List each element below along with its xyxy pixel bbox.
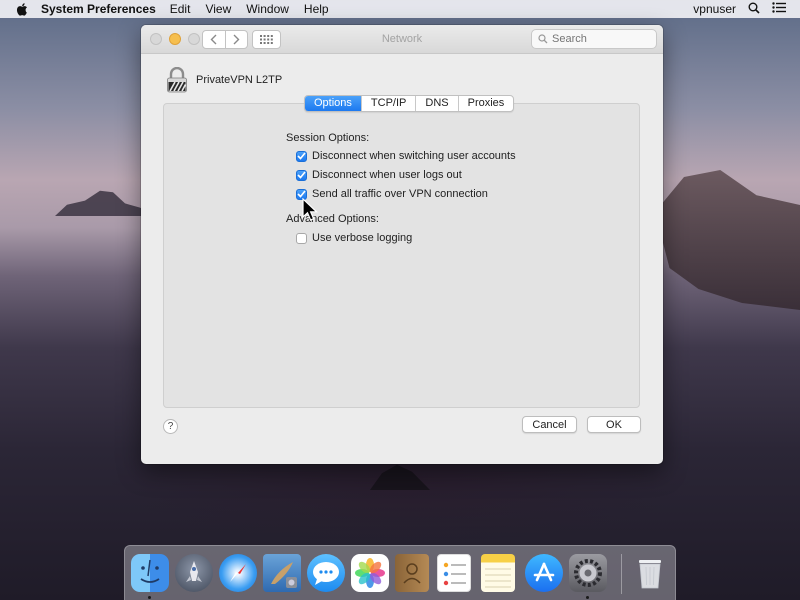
checkmark-icon [297,171,306,179]
safari-icon[interactable] [219,554,257,592]
cliff-silhouette [655,170,800,310]
menu-bar: System Preferences Edit View Window Help… [0,0,800,18]
contacts-icon[interactable] [395,554,429,592]
advanced-options-label: Advanced Options: [286,213,379,225]
search-input[interactable] [552,33,647,45]
vpn-service-header: PrivateVPN L2TP [166,67,282,93]
dock [124,545,676,600]
notes-icon[interactable] [481,554,515,592]
rock-silhouette [370,464,430,490]
tab-proxies[interactable]: Proxies [457,96,514,111]
send-all-traffic-option[interactable]: Send all traffic over VPN connection [296,188,488,200]
disconnect-logout-checkbox[interactable] [296,169,307,181]
verbose-logging-label: Use verbose logging [312,232,413,244]
disconnect-switching-label: Disconnect when switching user accounts [312,150,516,162]
mail-icon[interactable] [263,554,301,592]
disconnect-logout-option[interactable]: Disconnect when user logs out [296,169,462,181]
checkmark-icon [297,190,306,198]
tab-options[interactable]: Options [305,96,361,111]
island-silhouette [55,190,155,216]
dock-separator [621,554,622,594]
tab-dns[interactable]: DNS [415,96,457,111]
send-all-traffic-label: Send all traffic over VPN connection [312,188,488,200]
session-options-label: Session Options: [286,132,370,144]
disconnect-logout-label: Disconnect when user logs out [312,169,462,181]
launchpad-icon[interactable] [175,554,213,592]
menu-username[interactable]: vpnuser [693,2,736,16]
notification-center-icon[interactable] [772,2,786,16]
disconnect-switching-option[interactable]: Disconnect when switching user accounts [296,150,516,162]
photos-icon[interactable] [351,554,389,592]
vpn-lock-icon [167,67,187,93]
menu-help[interactable]: Help [304,2,329,16]
messages-icon[interactable] [307,554,345,592]
tab-tcp-ip[interactable]: TCP/IP [360,96,415,111]
vpn-service-name: PrivateVPN L2TP [196,74,283,86]
app-store-icon[interactable] [525,554,563,592]
search-field[interactable] [531,29,657,49]
menu-view[interactable]: View [205,2,231,16]
system-preferences-running-dot [586,596,589,599]
verbose-logging-option[interactable]: Use verbose logging [296,232,412,244]
menu-edit[interactable]: Edit [170,2,191,16]
finder-running-dot [148,596,151,599]
mouse-cursor-icon [302,198,318,221]
network-window: Network PrivateVPN L2TP Options TCP/IP D… [141,25,663,464]
apple-menu-icon[interactable] [16,2,28,16]
system-preferences-icon[interactable] [569,554,607,592]
options-panel: Session Options: Disconnect when switchi… [163,103,640,408]
help-button[interactable]: ? [163,419,178,434]
cancel-button[interactable]: Cancel [522,416,577,433]
title-bar: Network [141,25,663,54]
checkmark-icon [297,152,306,160]
reminders-icon[interactable] [437,554,471,592]
search-icon [538,34,548,44]
trash-icon[interactable] [633,554,667,592]
menu-app-name[interactable]: System Preferences [41,2,156,16]
menu-window[interactable]: Window [246,2,289,16]
ok-button[interactable]: OK [587,416,641,433]
settings-tabs: Options TCP/IP DNS Proxies [304,95,515,112]
finder-icon[interactable] [131,554,169,592]
verbose-logging-checkbox[interactable] [296,232,307,244]
disconnect-switching-checkbox[interactable] [296,150,307,162]
spotlight-icon[interactable] [748,2,760,17]
